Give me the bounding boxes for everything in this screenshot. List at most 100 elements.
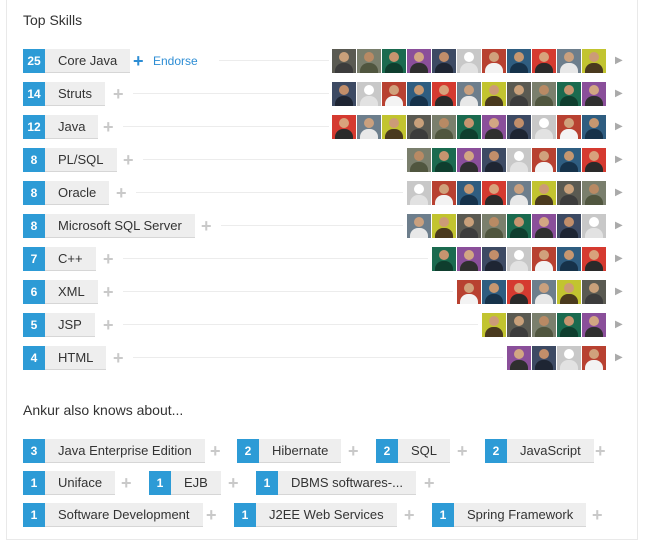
endorsement-count[interactable]: 6: [23, 280, 45, 304]
user-avatar[interactable]: [482, 115, 506, 139]
skill-name[interactable]: SQL: [398, 439, 451, 463]
user-avatar[interactable]: [332, 115, 356, 139]
endorsement-count[interactable]: 14: [23, 82, 45, 106]
plus-icon[interactable]: +: [103, 115, 114, 139]
endorsement-count[interactable]: 7: [23, 247, 45, 271]
plus-icon[interactable]: +: [404, 503, 415, 527]
user-avatar[interactable]: [557, 214, 581, 238]
user-avatar[interactable]: [457, 214, 481, 238]
endorsement-count[interactable]: 1: [234, 503, 256, 527]
user-avatar[interactable]: [582, 214, 606, 238]
plus-icon[interactable]: +: [201, 214, 212, 238]
plus-icon[interactable]: +: [595, 439, 606, 463]
user-avatar[interactable]: [407, 214, 431, 238]
endorsement-count[interactable]: 8: [23, 214, 45, 238]
user-avatar[interactable]: [357, 49, 381, 73]
endorsement-count[interactable]: 2: [485, 439, 507, 463]
user-avatar[interactable]: [432, 115, 456, 139]
skill-name[interactable]: C++: [45, 247, 96, 271]
user-avatar[interactable]: [507, 247, 531, 271]
plus-icon[interactable]: +: [592, 503, 603, 527]
user-avatar[interactable]: [432, 181, 456, 205]
user-avatar[interactable]: [482, 148, 506, 172]
user-avatar[interactable]: [582, 82, 606, 106]
user-avatar[interactable]: [432, 49, 456, 73]
skill-name[interactable]: Spring Framework: [454, 503, 587, 527]
user-avatar[interactable]: [532, 247, 556, 271]
user-avatar[interactable]: [432, 148, 456, 172]
chevron-right-icon[interactable]: ▶: [615, 280, 623, 304]
user-avatar[interactable]: [357, 82, 381, 106]
plus-icon[interactable]: +: [123, 148, 134, 172]
user-avatar[interactable]: [457, 181, 481, 205]
endorsement-count[interactable]: 5: [23, 313, 45, 337]
user-avatar[interactable]: [532, 346, 556, 370]
user-avatar[interactable]: [407, 148, 431, 172]
skill-name[interactable]: Java: [45, 115, 99, 139]
plus-icon[interactable]: +: [206, 503, 217, 527]
user-avatar[interactable]: [432, 247, 456, 271]
user-avatar[interactable]: [382, 82, 406, 106]
endorsement-count[interactable]: 1: [23, 503, 45, 527]
skill-name[interactable]: JavaScript: [507, 439, 594, 463]
user-avatar[interactable]: [507, 280, 531, 304]
user-avatar[interactable]: [457, 280, 481, 304]
user-avatar[interactable]: [557, 115, 581, 139]
user-avatar[interactable]: [432, 82, 456, 106]
chevron-right-icon[interactable]: ▶: [615, 181, 623, 205]
user-avatar[interactable]: [582, 346, 606, 370]
chevron-right-icon[interactable]: ▶: [615, 115, 623, 139]
user-avatar[interactable]: [457, 49, 481, 73]
skill-name[interactable]: Core Java: [45, 49, 131, 73]
user-avatar[interactable]: [557, 181, 581, 205]
endorsement-count[interactable]: 2: [237, 439, 259, 463]
user-avatar[interactable]: [482, 280, 506, 304]
user-avatar[interactable]: [482, 181, 506, 205]
user-avatar[interactable]: [582, 280, 606, 304]
skill-name[interactable]: J2EE Web Services: [256, 503, 397, 527]
user-avatar[interactable]: [557, 346, 581, 370]
user-avatar[interactable]: [532, 214, 556, 238]
skill-name[interactable]: HTML: [45, 346, 107, 370]
user-avatar[interactable]: [557, 280, 581, 304]
user-avatar[interactable]: [507, 181, 531, 205]
endorsement-count[interactable]: 1: [23, 471, 45, 495]
user-avatar[interactable]: [457, 247, 481, 271]
chevron-right-icon[interactable]: ▶: [615, 247, 623, 271]
user-avatar[interactable]: [482, 214, 506, 238]
skill-name[interactable]: PL/SQL: [45, 148, 117, 172]
user-avatar[interactable]: [482, 313, 506, 337]
skill-name[interactable]: Microsoft SQL Server: [45, 214, 195, 238]
user-avatar[interactable]: [482, 82, 506, 106]
user-avatar[interactable]: [507, 313, 531, 337]
user-avatar[interactable]: [582, 148, 606, 172]
skill-name[interactable]: Hibernate: [259, 439, 342, 463]
user-avatar[interactable]: [507, 49, 531, 73]
endorsement-count[interactable]: 8: [23, 181, 45, 205]
endorsement-count[interactable]: 3: [23, 439, 45, 463]
plus-icon[interactable]: +: [103, 313, 114, 337]
plus-icon[interactable]: +: [424, 471, 435, 495]
skill-name[interactable]: Struts: [45, 82, 105, 106]
user-avatar[interactable]: [532, 49, 556, 73]
skill-name[interactable]: Uniface: [45, 471, 116, 495]
user-avatar[interactable]: [582, 247, 606, 271]
skill-name[interactable]: JSP: [45, 313, 95, 337]
endorse-link[interactable]: Endorse: [153, 49, 198, 73]
skill-name[interactable]: Oracle: [45, 181, 110, 205]
user-avatar[interactable]: [507, 115, 531, 139]
chevron-right-icon[interactable]: ▶: [615, 214, 623, 238]
endorsement-count[interactable]: 1: [432, 503, 454, 527]
user-avatar[interactable]: [457, 148, 481, 172]
plus-icon[interactable]: +: [113, 82, 124, 106]
skill-name[interactable]: EJB: [171, 471, 221, 495]
user-avatar[interactable]: [507, 82, 531, 106]
endorsement-count[interactable]: 12: [23, 115, 45, 139]
user-avatar[interactable]: [557, 313, 581, 337]
user-avatar[interactable]: [332, 82, 356, 106]
user-avatar[interactable]: [532, 313, 556, 337]
user-avatar[interactable]: [382, 115, 406, 139]
plus-icon[interactable]: +: [457, 439, 468, 463]
user-avatar[interactable]: [432, 214, 456, 238]
user-avatar[interactable]: [532, 280, 556, 304]
